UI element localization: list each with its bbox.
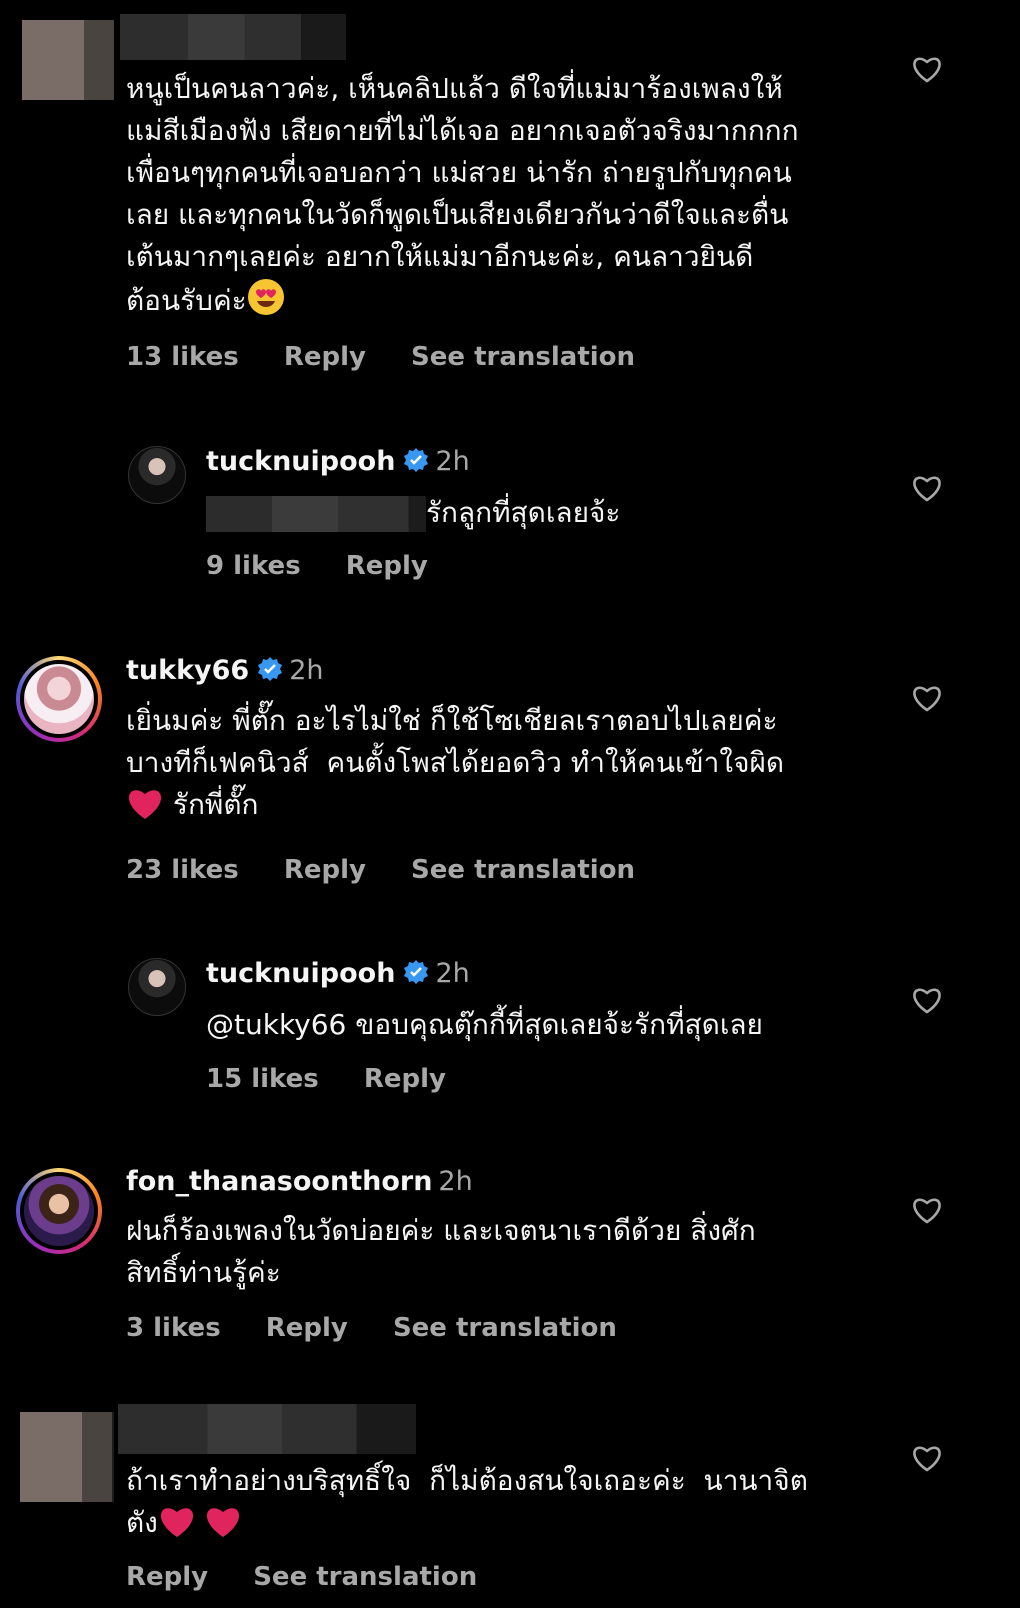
avatar[interactable] — [16, 656, 102, 742]
reply-button[interactable]: Reply — [126, 1562, 208, 1592]
comment-text: ถ้าเราทำอย่างบริสุทธิ์ใจ ก็ไม่ต้องสนใจเถ… — [126, 1460, 896, 1550]
timestamp: 2h — [435, 446, 470, 477]
reply-button[interactable]: Reply — [284, 855, 366, 885]
red-heart-emoji-icon — [204, 1504, 242, 1550]
red-heart-emoji-icon — [158, 1504, 196, 1550]
comment-actions: 9 likes Reply — [206, 551, 464, 581]
reply-button[interactable]: Reply — [346, 551, 428, 581]
timestamp: 2h — [289, 655, 324, 686]
username[interactable]: fon_thanasoonthorn 2h — [126, 1166, 473, 1197]
verified-badge-icon — [403, 447, 429, 480]
comment-actions: 23 likes Reply See translation — [126, 855, 671, 885]
heart-outline-icon[interactable] — [912, 986, 942, 1014]
comment-text: รักลูกที่สุดเลยจ้ะ — [206, 492, 976, 534]
avatar[interactable] — [128, 446, 186, 504]
heart-outline-icon[interactable] — [912, 474, 942, 502]
likes-count[interactable]: 3 likes — [126, 1313, 221, 1343]
username[interactable]: tukky66 2h — [126, 655, 324, 689]
verified-badge-icon — [257, 656, 283, 689]
comment-text: เยิ่นมค่ะ พี่ตั๊ก อะไรไม่ใช่ ก็ใช้โซเชีย… — [126, 700, 896, 832]
likes-count[interactable]: 13 likes — [126, 342, 239, 372]
timestamp: 2h — [435, 958, 470, 989]
heart-outline-icon[interactable] — [912, 1444, 942, 1472]
avatar[interactable] — [22, 20, 114, 100]
likes-count[interactable]: 9 likes — [206, 551, 301, 581]
reply-button[interactable]: Reply — [266, 1313, 348, 1343]
comment-actions: Reply See translation — [126, 1562, 513, 1592]
username[interactable]: tucknuipooh 2h — [206, 446, 470, 480]
reply-button[interactable]: Reply — [284, 342, 366, 372]
heart-outline-icon[interactable] — [912, 55, 942, 83]
comment-text: ฝนก็ร้องเพลงในวัดบ่อยค่ะ และเจตนาเราดีด้… — [126, 1214, 756, 1289]
heart-outline-icon[interactable] — [912, 684, 942, 712]
avatar[interactable] — [16, 1168, 102, 1254]
likes-count[interactable]: 23 likes — [126, 855, 239, 885]
see-translation-button[interactable]: See translation — [411, 342, 635, 372]
comment-actions: 3 likes Reply See translation — [126, 1313, 653, 1343]
see-translation-button[interactable]: See translation — [411, 855, 635, 885]
comment-actions: 13 likes Reply See translation — [126, 342, 671, 372]
timestamp: 2h — [438, 1166, 473, 1197]
likes-count[interactable]: 15 likes — [206, 1064, 319, 1094]
heart-outline-icon[interactable] — [912, 1196, 942, 1224]
verified-badge-icon — [403, 959, 429, 992]
heart-eyes-emoji-icon — [247, 278, 285, 328]
mention-redacted — [206, 496, 426, 532]
avatar[interactable] — [20, 1412, 114, 1502]
red-heart-emoji-icon — [126, 786, 164, 832]
username-redacted[interactable] — [118, 1404, 416, 1454]
comment-text: หนูเป็นคนลาวค่ะ, เห็นคลิปแล้ว ดีใจที่แม่… — [126, 68, 896, 328]
comment-text: @tukky66 ขอบคุณตุ๊กกี้ที่สุดเลยจ้ะรักที่… — [206, 1008, 763, 1041]
avatar[interactable] — [128, 958, 186, 1016]
username-redacted[interactable] — [120, 14, 346, 60]
username[interactable]: tucknuipooh 2h — [206, 958, 470, 992]
see-translation-button[interactable]: See translation — [393, 1313, 617, 1343]
comment-actions: 15 likes Reply — [206, 1064, 482, 1094]
reply-button[interactable]: Reply — [364, 1064, 446, 1094]
see-translation-button[interactable]: See translation — [253, 1562, 477, 1592]
